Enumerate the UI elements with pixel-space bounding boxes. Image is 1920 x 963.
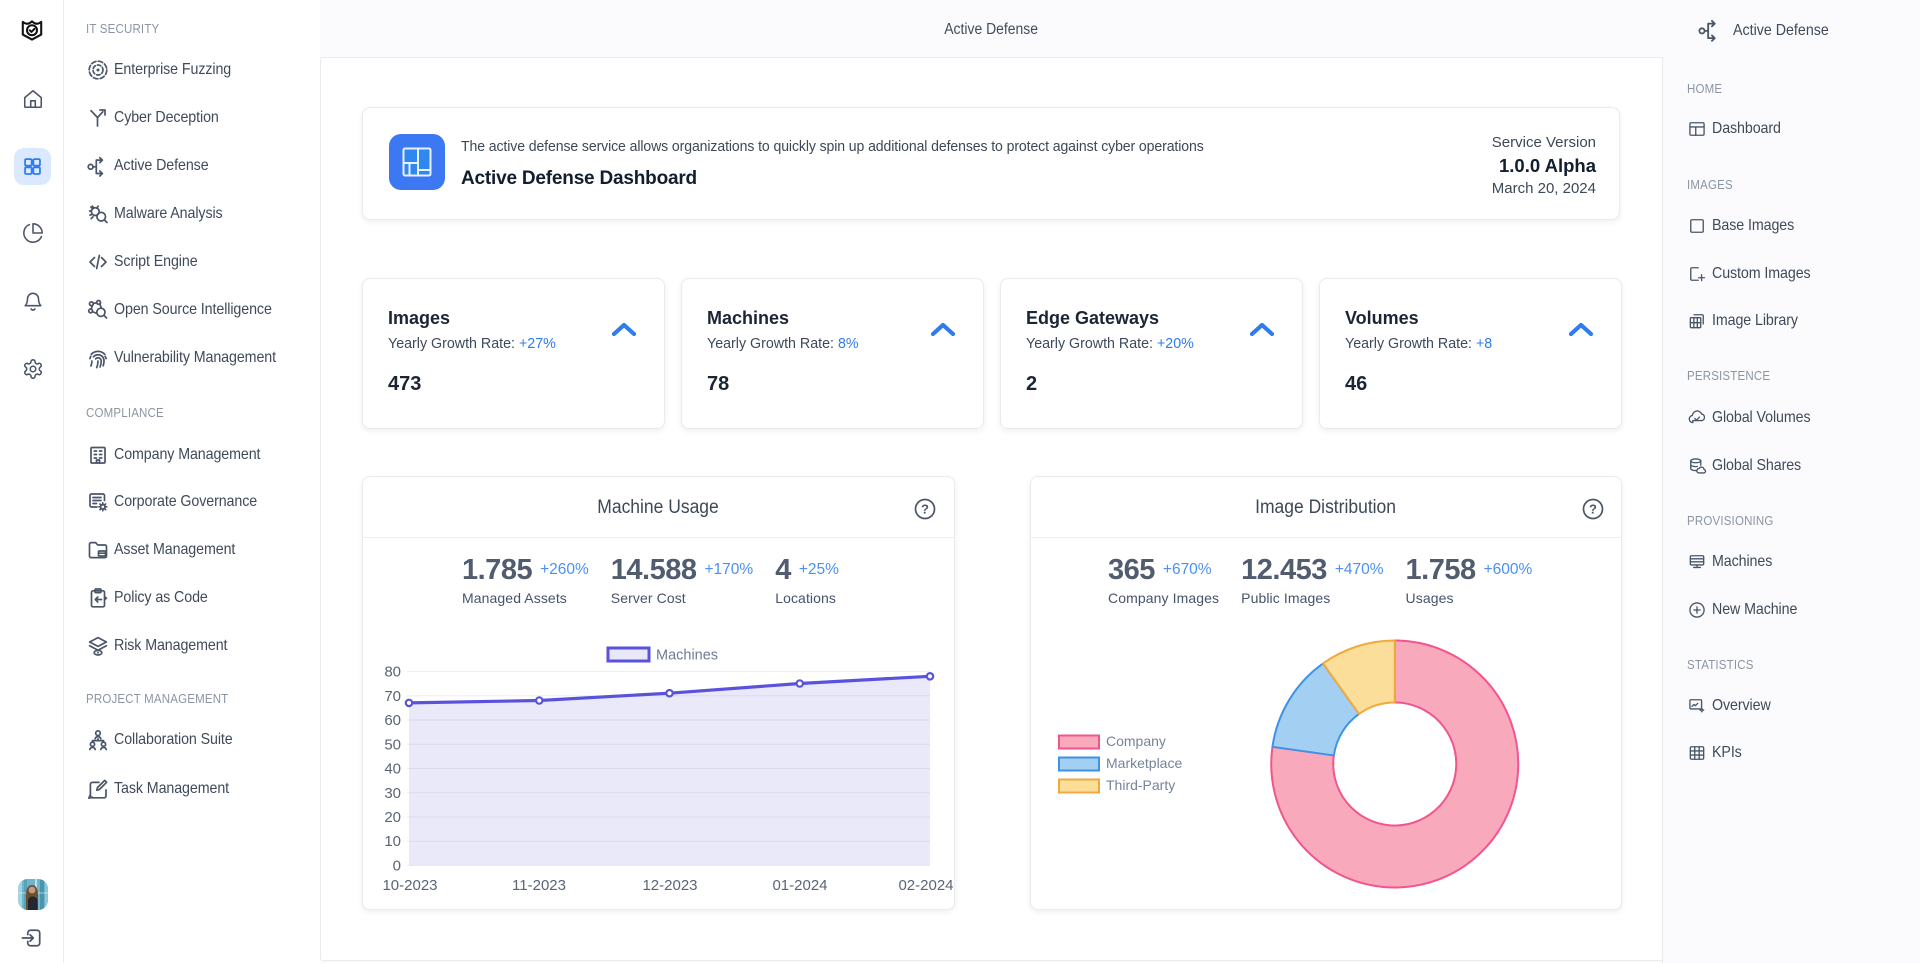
svg-text:40: 40 — [384, 761, 401, 778]
svg-text:Marketplace: Marketplace — [1106, 755, 1182, 771]
svg-text:11-2023: 11-2023 — [512, 877, 566, 894]
svg-text:20: 20 — [384, 809, 401, 826]
svg-text:?: ? — [1589, 502, 1597, 517]
svg-text:01-2024: 01-2024 — [772, 877, 827, 894]
svg-text:?: ? — [921, 502, 929, 517]
svg-text:Company: Company — [1106, 733, 1166, 749]
svg-text:0: 0 — [393, 857, 401, 874]
svg-text:80: 80 — [384, 664, 401, 681]
svg-text:70: 70 — [384, 688, 401, 705]
svg-text:12-2023: 12-2023 — [642, 877, 697, 894]
svg-text:10: 10 — [384, 833, 401, 850]
svg-text:02-2024: 02-2024 — [898, 877, 953, 894]
svg-text:Third-Party: Third-Party — [1106, 777, 1175, 793]
svg-text:10-2023: 10-2023 — [382, 877, 437, 894]
svg-text:30: 30 — [384, 785, 401, 802]
svg-text:50: 50 — [384, 736, 401, 753]
svg-text:60: 60 — [384, 712, 401, 729]
svg-text:Machines: Machines — [656, 648, 718, 664]
